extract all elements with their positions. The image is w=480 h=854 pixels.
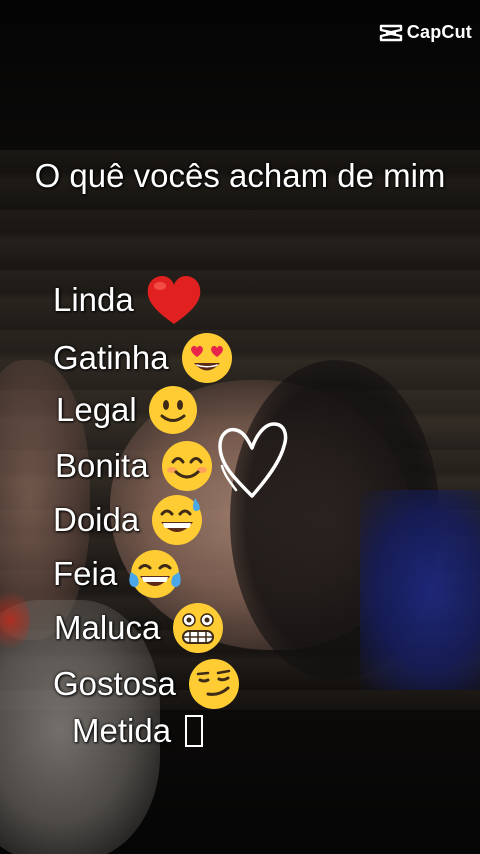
option-label: Linda bbox=[53, 281, 134, 318]
video-frame: CapCut O quê vocês acham de mim Linda Ga… bbox=[0, 0, 480, 854]
tears-of-joy-icon bbox=[127, 546, 183, 602]
capcut-logo-icon bbox=[379, 24, 402, 41]
grinning-sweat-icon bbox=[149, 492, 205, 548]
option-label: Bonita bbox=[55, 447, 149, 484]
missing-glyph-box bbox=[185, 715, 204, 747]
red-heart-icon bbox=[144, 272, 204, 328]
option-metida: Metida bbox=[72, 712, 204, 750]
option-gatinha: Gatinha bbox=[53, 330, 235, 386]
option-label: Metida bbox=[72, 712, 172, 749]
smirking-icon bbox=[186, 656, 242, 712]
option-label: Gostosa bbox=[53, 665, 176, 702]
option-feia: Feia bbox=[53, 546, 183, 602]
option-gostosa: Gostosa bbox=[53, 656, 242, 712]
option-linda: Linda bbox=[53, 272, 204, 328]
option-label: Legal bbox=[56, 391, 137, 428]
option-maluca: Maluca bbox=[54, 600, 226, 656]
option-label: Doida bbox=[53, 501, 140, 538]
grimacing-icon bbox=[170, 600, 226, 656]
question-title: O quê vocês acham de mim bbox=[34, 157, 446, 194]
option-doida: Doida bbox=[53, 492, 205, 548]
option-legal: Legal bbox=[56, 384, 199, 436]
capcut-logo-text: CapCut bbox=[406, 22, 472, 42]
capcut-watermark: CapCut bbox=[379, 22, 472, 43]
option-bonita: Bonita bbox=[55, 438, 215, 494]
heart-eyes-icon bbox=[179, 330, 235, 386]
white-heart-outline-icon bbox=[218, 422, 288, 498]
slightly-smiling-icon bbox=[147, 384, 199, 436]
smiling-eyes-icon bbox=[159, 438, 215, 494]
blue-fabric-background bbox=[360, 490, 480, 690]
option-label: Feia bbox=[53, 555, 118, 592]
option-label: Gatinha bbox=[53, 339, 169, 376]
option-label: Maluca bbox=[54, 609, 161, 646]
